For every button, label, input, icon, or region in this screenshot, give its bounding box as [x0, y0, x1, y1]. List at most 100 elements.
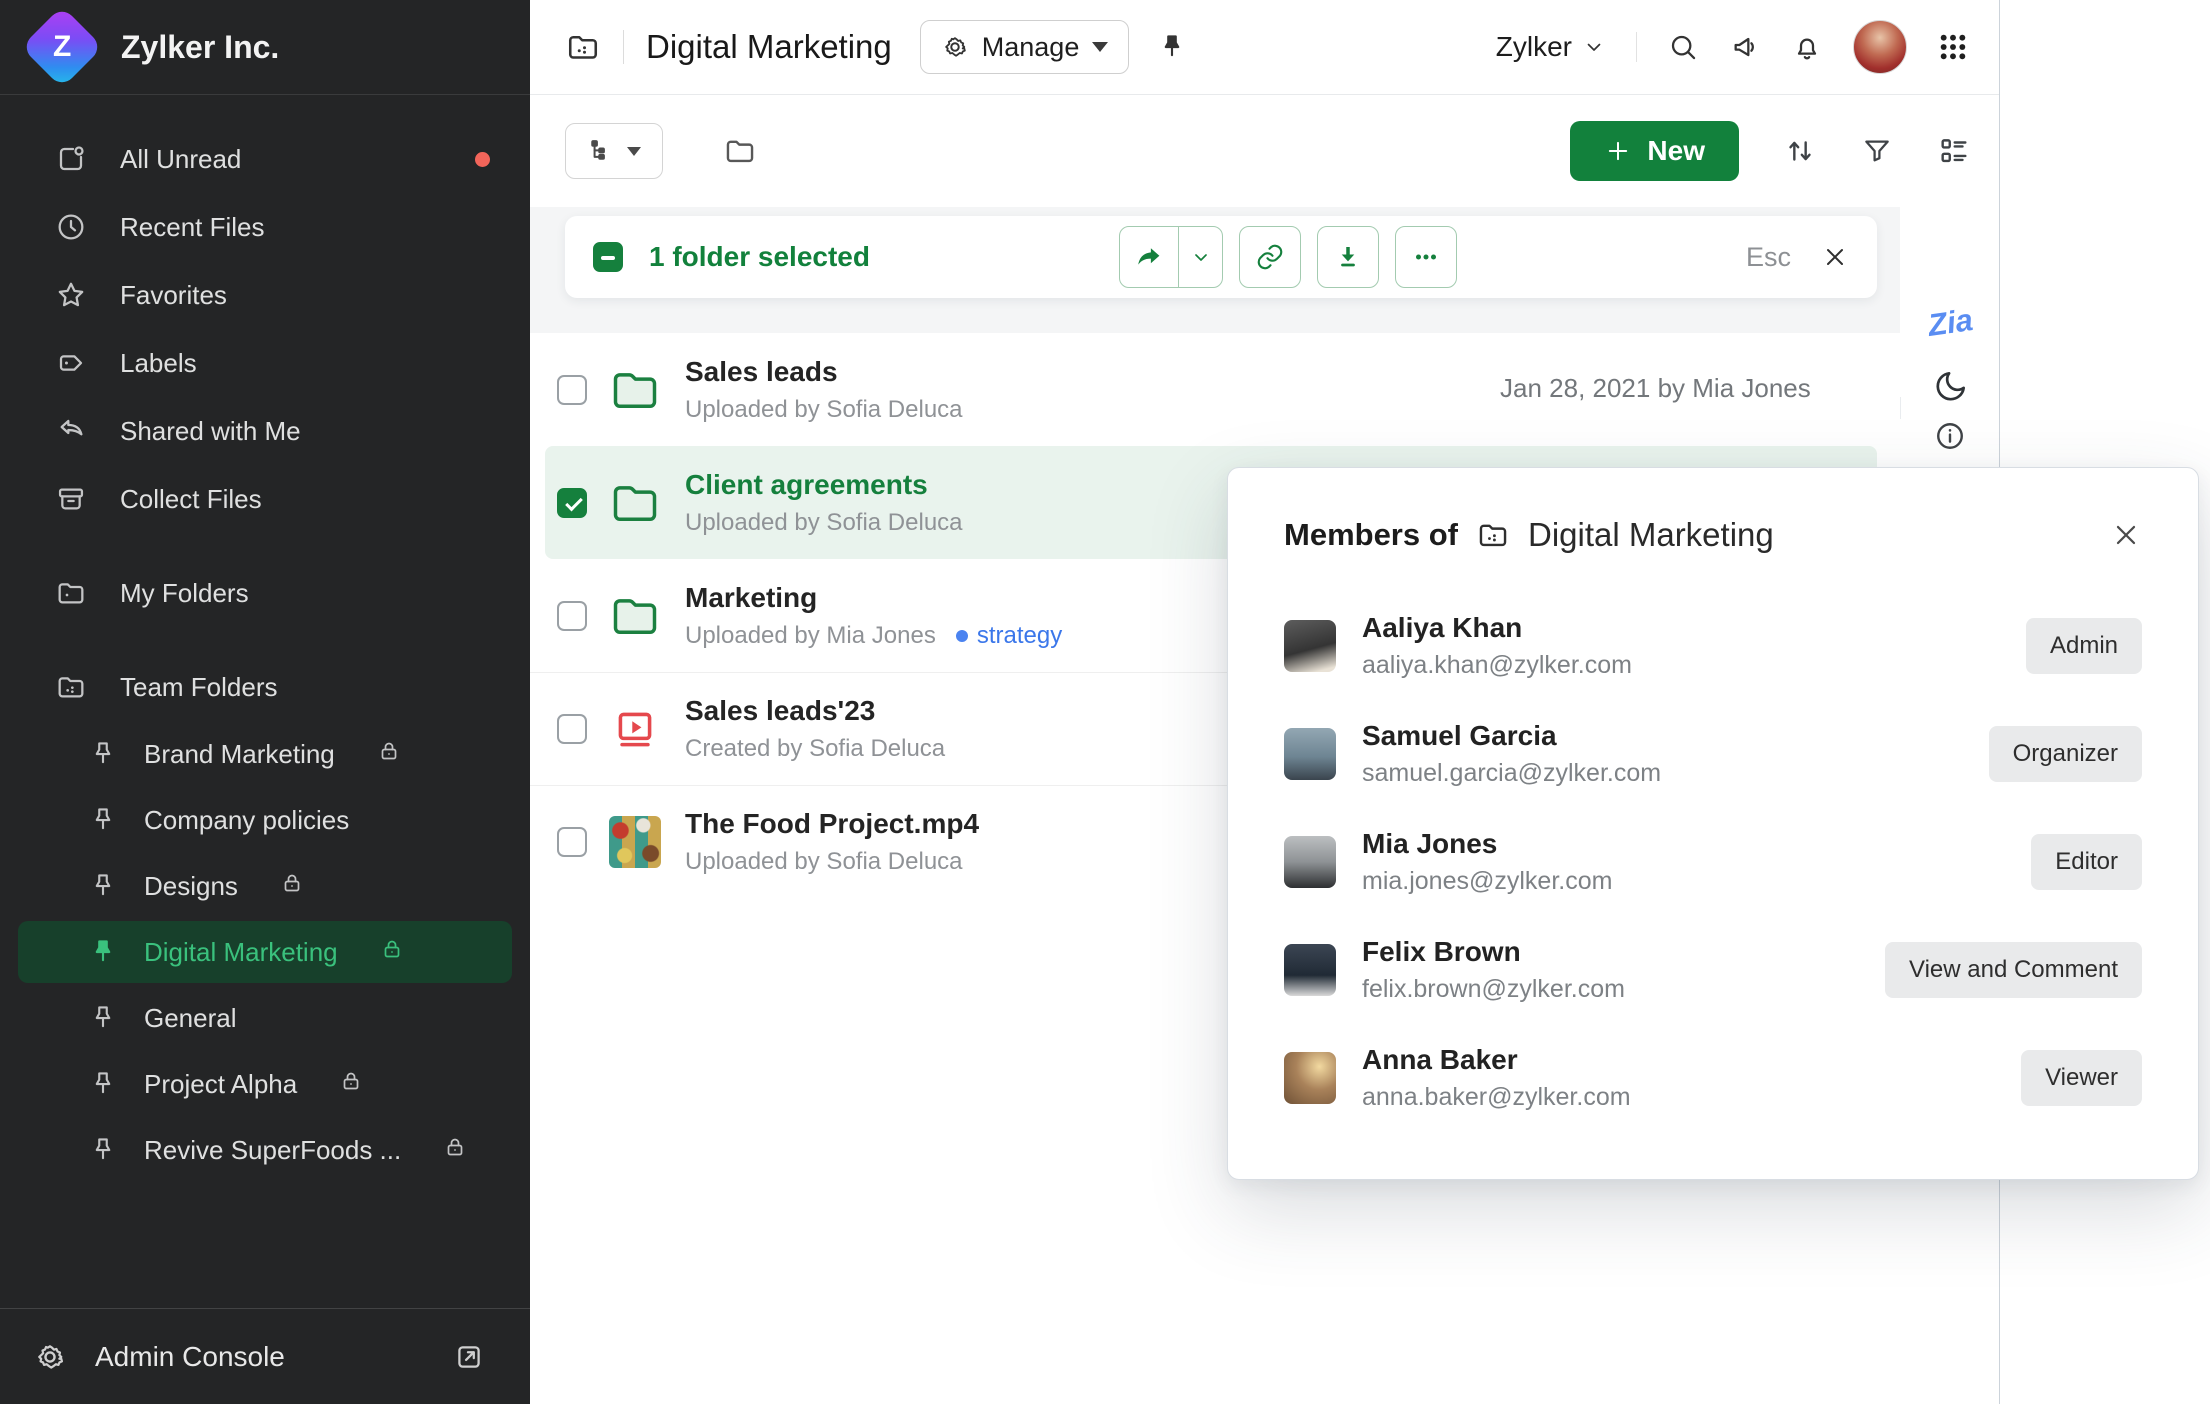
list-details-icon[interactable]	[1937, 134, 1971, 168]
plus-icon	[1604, 137, 1632, 165]
file-row-text: Sales leads Uploaded by Sofia Deluca	[685, 356, 963, 424]
row-checkbox[interactable]	[557, 601, 587, 631]
row-checkbox[interactable]	[557, 375, 587, 405]
share-options-chevron-icon[interactable]	[1178, 227, 1222, 287]
share-icon[interactable]	[1120, 227, 1178, 287]
sidebar-item-company-policies[interactable]: Company policies	[0, 787, 530, 853]
member-row[interactable]: Mia Jones mia.jones@zylker.com Editor	[1228, 808, 2198, 916]
sort-icon[interactable]	[1783, 134, 1817, 168]
member-row[interactable]: Anna Baker anna.baker@zylker.com Viewer	[1228, 1024, 2198, 1132]
search-icon[interactable]	[1667, 31, 1699, 63]
toolbar-right: New	[1570, 121, 1999, 181]
member-text: Felix Brown felix.brown@zylker.com	[1362, 936, 1625, 1004]
role-badge[interactable]: Editor	[2031, 834, 2142, 890]
role-badge[interactable]: Admin	[2026, 618, 2142, 674]
org-header[interactable]: Z Zylker Inc.	[0, 0, 530, 95]
row-checkbox[interactable]	[557, 714, 587, 744]
announcement-icon[interactable]	[1729, 31, 1761, 63]
close-icon[interactable]	[2110, 519, 2142, 551]
unread-icon	[55, 143, 87, 175]
sidebar-item-designs[interactable]: Designs	[0, 853, 530, 919]
sidebar-item-general[interactable]: General	[0, 985, 530, 1051]
folder-view-icon[interactable]	[723, 134, 757, 168]
lock-icon	[380, 937, 410, 967]
manage-button[interactable]: Manage	[920, 20, 1130, 74]
right-rail: Zia	[1900, 397, 1999, 419]
members-modal: Members of Digital Marketing Aaliya Khan…	[1227, 467, 2199, 1180]
admin-console[interactable]: Admin Console	[0, 1308, 530, 1404]
sidebar-item-label: Recent Files	[120, 212, 265, 243]
sidebar-item-team-folders[interactable]: Team Folders	[0, 653, 530, 721]
divider	[1636, 32, 1637, 62]
sidebar-item-all-unread[interactable]: All Unread	[0, 125, 530, 193]
user-avatar[interactable]	[1853, 20, 1907, 74]
sidebar-item-label: Collect Files	[120, 484, 262, 515]
sidebar-item-labels[interactable]: Labels	[0, 329, 530, 397]
file-row-text: Marketing Uploaded by Mia Jones strategy	[685, 582, 1062, 650]
zia-assistant-icon[interactable]: Zia	[1926, 302, 1975, 344]
sidebar-item-label: Shared with Me	[120, 416, 301, 447]
file-meta: Uploaded by Sofia Deluca	[685, 848, 963, 876]
sidebar-item-shared-with-me[interactable]: Shared with Me	[0, 397, 530, 465]
selection-dismiss: Esc	[1746, 242, 1849, 273]
file-row-text: Sales leads'23 Created by Sofia Deluca	[685, 695, 945, 763]
row-checkbox[interactable]	[557, 827, 587, 857]
member-email: samuel.garcia@zylker.com	[1362, 759, 1661, 788]
role-badge[interactable]: View and Comment	[1885, 942, 2142, 998]
copy-link-button[interactable]	[1239, 226, 1301, 288]
filter-icon[interactable]	[1861, 135, 1893, 167]
new-button[interactable]: New	[1570, 121, 1739, 181]
team-folder-icon	[55, 671, 87, 703]
role-badge[interactable]: Viewer	[2021, 1050, 2142, 1106]
download-button[interactable]	[1317, 226, 1379, 288]
bell-icon[interactable]	[1791, 31, 1823, 63]
more-actions-button[interactable]	[1395, 226, 1457, 288]
sidebar-item-recent-files[interactable]: Recent Files	[0, 193, 530, 261]
sidebar-item-brand-marketing[interactable]: Brand Marketing	[0, 721, 530, 787]
member-text: Mia Jones mia.jones@zylker.com	[1362, 828, 1612, 896]
pin-icon[interactable]	[1157, 32, 1187, 62]
member-row[interactable]: Samuel Garcia samuel.garcia@zylker.com O…	[1228, 700, 2198, 808]
share-split-button[interactable]	[1119, 226, 1223, 288]
apps-grid-icon[interactable]	[1937, 31, 1969, 63]
row-checkbox[interactable]	[557, 488, 587, 518]
dark-mode-moon-icon[interactable]	[1932, 367, 1970, 405]
avatar	[1284, 836, 1336, 888]
chevron-down-icon	[1582, 35, 1606, 59]
sidebar-item-revive-superfoods[interactable]: Revive SuperFoods ...	[0, 1117, 530, 1183]
label-tag[interactable]: strategy	[956, 622, 1062, 650]
select-all-checkbox[interactable]	[593, 242, 623, 272]
info-icon[interactable]	[1933, 419, 1967, 453]
file-name: Sales leads	[685, 356, 963, 388]
chevron-down-icon	[1092, 42, 1108, 52]
member-row[interactable]: Felix Brown felix.brown@zylker.com View …	[1228, 916, 2198, 1024]
view-switcher-button[interactable]	[565, 123, 663, 179]
sidebar-item-label: General	[144, 1003, 237, 1034]
file-meta: Uploaded by Sofia Deluca	[685, 396, 963, 424]
selection-actions	[1119, 226, 1457, 288]
shared-icon	[55, 415, 87, 447]
gear-icon	[33, 1340, 67, 1374]
avatar	[1284, 1052, 1336, 1104]
pin-icon	[88, 739, 118, 769]
rail-bottom: Zia	[1901, 305, 2000, 405]
folder-icon	[55, 577, 87, 609]
sidebar-item-favorites[interactable]: Favorites	[0, 261, 530, 329]
team-folder-icon	[565, 29, 601, 65]
tree-view-icon	[587, 137, 615, 165]
sidebar-item-label: Project Alpha	[144, 1069, 297, 1100]
org-name: Zylker Inc.	[121, 29, 279, 66]
sidebar-item-my-folders[interactable]: My Folders	[0, 559, 530, 627]
role-badge[interactable]: Organizer	[1989, 726, 2142, 782]
sidebar-item-project-alpha[interactable]: Project Alpha	[0, 1051, 530, 1117]
file-row-text: The Food Project.mp4 Uploaded by Sofia D…	[685, 808, 979, 876]
close-icon[interactable]	[1821, 243, 1849, 271]
member-row[interactable]: Aaliya Khan aaliya.khan@zylker.com Admin	[1228, 592, 2198, 700]
workspace-switcher[interactable]: Zylker	[1496, 31, 1606, 63]
file-row[interactable]: Sales leads Uploaded by Sofia Deluca Jan…	[530, 333, 1877, 446]
sidebar-item-label: Team Folders	[120, 672, 278, 703]
sidebar-item-collect-files[interactable]: Collect Files	[0, 465, 530, 533]
sidebar-item-digital-marketing[interactable]: Digital Marketing	[18, 921, 512, 983]
main-header: Digital Marketing Manage Zylker	[530, 0, 1999, 95]
open-external-icon	[453, 1341, 485, 1373]
